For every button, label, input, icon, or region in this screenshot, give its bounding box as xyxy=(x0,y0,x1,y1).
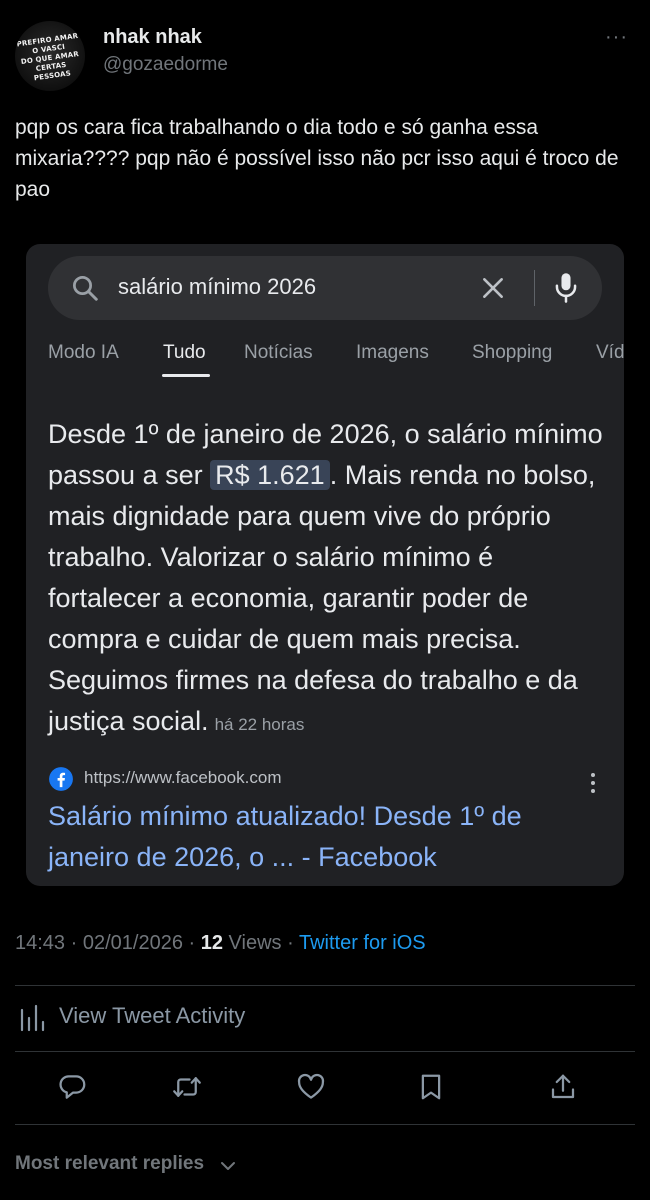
views-count: 12 xyxy=(200,932,223,954)
tab-videos: Víd xyxy=(596,342,624,363)
chevron-down-icon[interactable] xyxy=(219,1157,237,1175)
source-app-link[interactable]: Twitter for iOS xyxy=(299,932,426,954)
divider xyxy=(15,985,635,986)
embedded-image[interactable]: salário mínimo 2026 Modo IA Tudo Notícia… xyxy=(26,244,624,886)
tweet-time[interactable]: 14:43 xyxy=(15,932,65,954)
answer-snippet: Desde 1º de janeiro de 2026, o salário m… xyxy=(48,414,608,745)
tweet-date[interactable]: 02/01/2026 xyxy=(83,932,183,954)
views-label: Views xyxy=(222,932,282,954)
tab-shopping: Shopping xyxy=(472,342,553,363)
view-tweet-activity-button[interactable]: View Tweet Activity xyxy=(15,995,635,1039)
more-options-icon[interactable]: ··· xyxy=(605,26,628,49)
tab-tudo: Tudo xyxy=(163,342,206,363)
tweet-meta: 14:43 · 02/01/2026 · 12 Views · Twitter … xyxy=(15,932,426,955)
search-divider xyxy=(534,270,535,306)
divider xyxy=(15,1124,635,1125)
retweet-icon[interactable] xyxy=(172,1072,202,1102)
tab-imagens: Imagens xyxy=(356,342,429,363)
divider xyxy=(15,1051,635,1052)
avatar-text: PREFIRO AMAR O VASCI DO QUE AMAR CERTAS … xyxy=(16,31,80,83)
tab-modo-ia: Modo IA xyxy=(48,342,119,363)
tab-noticias: Notícias xyxy=(244,342,313,363)
active-tab-indicator xyxy=(162,374,210,377)
source-url: https://www.facebook.com xyxy=(84,768,282,787)
answer-highlight: R$ 1.621 xyxy=(210,460,330,490)
avatar[interactable]: PREFIRO AMAR O VASCI DO QUE AMAR CERTAS … xyxy=(15,21,85,91)
share-icon[interactable] xyxy=(548,1072,578,1102)
user-handle[interactable]: @gozaedorme xyxy=(103,54,228,76)
view-tweet-activity-label: View Tweet Activity xyxy=(59,1003,246,1028)
mic-icon xyxy=(555,273,577,303)
kebab-icon xyxy=(591,773,595,793)
search-query: salário mínimo 2026 xyxy=(118,274,317,299)
result-title-link: Salário mínimo atualizado! Desde 1º de j… xyxy=(48,801,522,872)
facebook-icon xyxy=(49,767,73,791)
meta-separator: · xyxy=(65,932,83,954)
search-bar: salário mínimo 2026 xyxy=(48,256,602,320)
tweet-text: pqp os cara fica trabalhando o dia todo … xyxy=(15,116,619,201)
reply-icon[interactable] xyxy=(58,1072,88,1102)
bookmark-icon[interactable] xyxy=(416,1072,446,1102)
clear-icon xyxy=(483,278,503,298)
meta-separator: · xyxy=(281,932,299,954)
answer-text-after: . Mais renda no bolso, mais dignidade pa… xyxy=(48,460,596,736)
search-icon xyxy=(73,276,98,301)
activity-chart-icon xyxy=(20,1004,45,1032)
display-name[interactable]: nhak nhak xyxy=(103,26,202,49)
like-icon[interactable] xyxy=(296,1072,326,1102)
answer-time: há 22 horas xyxy=(214,715,305,734)
meta-separator: · xyxy=(182,932,201,954)
search-tabs: Modo IA Tudo Notícias Imagens Shopping V… xyxy=(26,342,624,382)
replies-sort-button[interactable]: Most relevant replies xyxy=(15,1153,204,1175)
